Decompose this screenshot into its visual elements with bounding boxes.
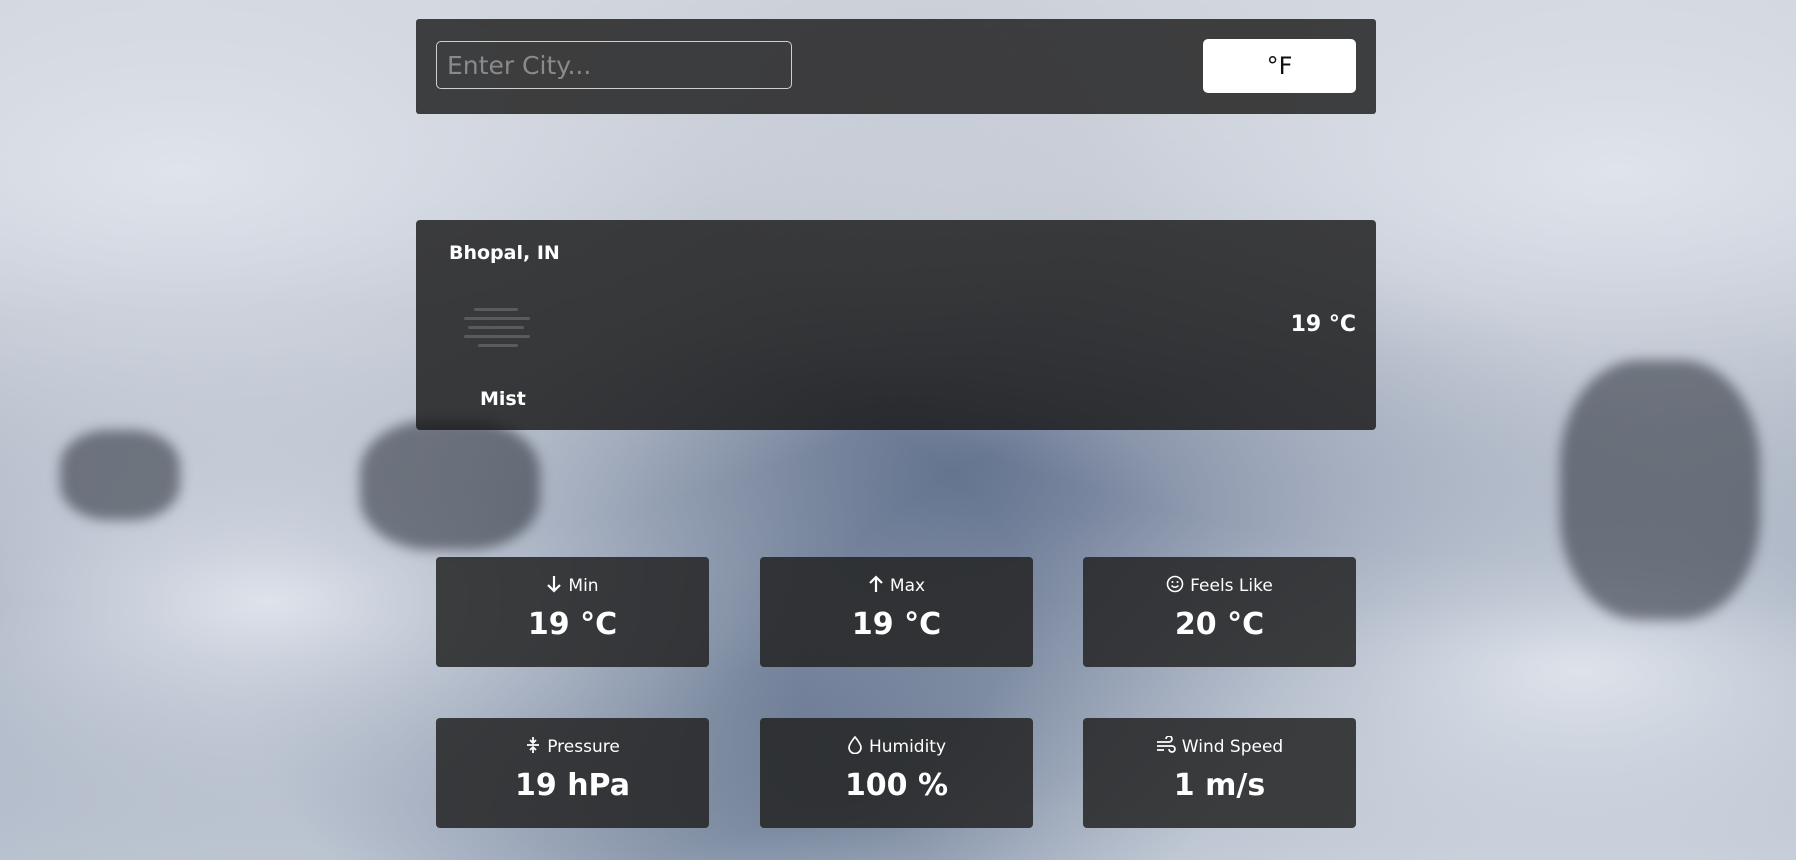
smiley-icon [1166, 575, 1184, 599]
unit-toggle-button[interactable]: °F [1203, 39, 1356, 93]
background-rock [1560, 360, 1760, 620]
stat-value: 1 m/s [1173, 768, 1266, 803]
droplet-icon [847, 735, 863, 760]
stat-header: Pressure [436, 736, 709, 758]
stat-value: 100 % [844, 768, 949, 803]
background-rock [360, 420, 540, 550]
stat-header: Min [436, 575, 709, 597]
location-name: Bhopal, IN [449, 242, 560, 264]
stat-value: 19 hPa [515, 768, 630, 803]
pressure-icon [525, 736, 541, 760]
arrow-up-icon [868, 575, 884, 599]
stat-value: 20 °C [1174, 607, 1265, 642]
city-search-input[interactable] [436, 41, 792, 89]
wind-speed-card: Wind Speed 1 m/s [1083, 718, 1356, 828]
current-weather-card: Bhopal, IN Mist 19 °C [416, 220, 1376, 430]
feels-like-card: Feels Like 20 °C [1083, 557, 1356, 667]
max-temp-card: Max 19 °C [760, 557, 1033, 667]
stat-header: Feels Like [1083, 575, 1356, 597]
stat-header: Wind Speed [1083, 735, 1356, 760]
stat-header: Max [760, 575, 1033, 597]
stat-label: Min [568, 576, 599, 596]
background-rock [60, 430, 180, 520]
stat-label: Max [889, 576, 926, 596]
humidity-card: Humidity 100 % [760, 718, 1033, 828]
mist-icon [464, 308, 530, 352]
arrow-down-icon [546, 575, 562, 599]
stat-header: Humidity [760, 735, 1033, 760]
stat-label: Pressure [547, 737, 620, 757]
stat-label: Humidity [868, 737, 947, 757]
min-temp-card: Min 19 °C [436, 557, 709, 667]
stat-value: 19 °C [851, 607, 942, 642]
wind-icon [1156, 735, 1176, 760]
pressure-card: Pressure 19 hPa [436, 718, 709, 828]
current-temperature: 19 °C [1290, 312, 1356, 337]
weather-condition: Mist [480, 388, 526, 410]
stat-value: 19 °C [527, 607, 618, 642]
search-bar: °F [416, 19, 1376, 114]
stat-label: Wind Speed [1181, 737, 1284, 757]
stat-label: Feels Like [1190, 576, 1273, 596]
